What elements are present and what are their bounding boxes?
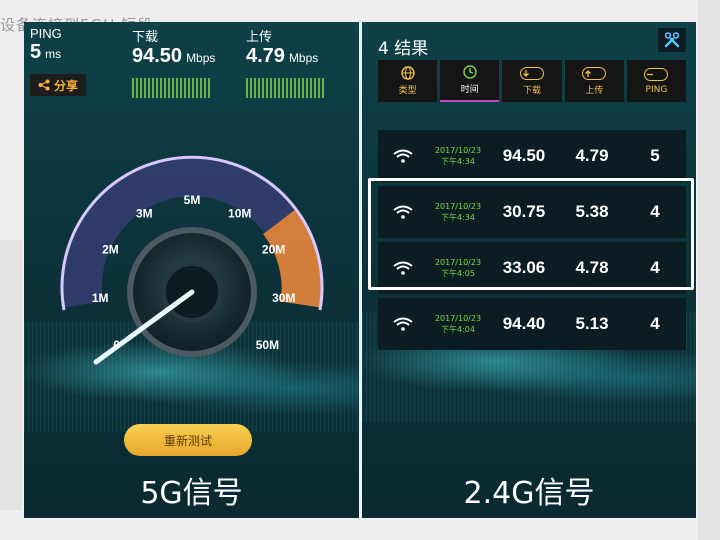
result-ping: 4 — [650, 314, 660, 333]
panel-caption-5g: 5G信号 — [140, 476, 243, 511]
tab-type-label: 类型 — [398, 86, 417, 96]
gauge-tick-label: 50M — [256, 338, 279, 352]
result-download: 94.50 — [502, 146, 546, 165]
result-download: 33.06 — [502, 258, 546, 277]
tab-time[interactable]: 时间 — [440, 60, 500, 102]
upload-unit: Mbps — [288, 51, 319, 65]
tab-download[interactable]: 下载 — [502, 60, 562, 102]
gauge-tick-label: 20M — [262, 243, 285, 257]
tab-upload-label: 上传 — [585, 86, 604, 96]
tab-type[interactable]: 类型 — [378, 60, 438, 102]
retest-button[interactable]: 重新测试 — [124, 424, 252, 456]
upload-graph — [246, 78, 326, 98]
tools-icon — [664, 32, 680, 48]
result-download: 30.75 — [502, 202, 546, 221]
gauge-tick-label: 5M — [184, 193, 201, 207]
ping-value: 5 — [30, 41, 42, 63]
ping-ms-icon — [644, 68, 669, 81]
background-card — [0, 240, 22, 510]
tab-download-label: 下载 — [523, 86, 542, 96]
gauge-tick-label: 10M — [228, 206, 251, 220]
gauge-tick-label: 0 — [113, 338, 120, 352]
result-time: 下午4:05 — [441, 269, 475, 278]
result-ping: 4 — [650, 258, 660, 277]
share-label: 分享 — [53, 78, 78, 93]
result-upload: 5.13 — [575, 314, 609, 333]
speedtest-5g-panel: PING 5 ms 分享 下载 94.50 Mbps 上传 4.79 Mbps 0 1M… — [24, 22, 359, 518]
result-time: 下午4:34 — [441, 213, 475, 222]
background-card — [698, 0, 720, 540]
result-date: 2017/10/23 — [434, 314, 482, 323]
speedtest-results-panel: 4 结果 类型 时间 下载 上传 PING 2017/10/23 下午4:34 … — [362, 22, 696, 518]
tab-upload[interactable]: 上传 — [564, 60, 624, 102]
result-date: 2017/10/23 — [434, 146, 482, 155]
ping-label: PING — [30, 26, 62, 41]
result-date: 2017/10/23 — [434, 202, 482, 211]
result-upload: 4.79 — [575, 146, 609, 165]
tools-button[interactable] — [658, 28, 686, 52]
upload-value: 4.79 — [246, 45, 285, 67]
upload-stat: 上传 4.79 Mbps — [246, 26, 318, 68]
download-mbps-icon — [520, 66, 544, 80]
result-row[interactable]: 2017/10/23 下午4:05 33.06 4.78 4 — [378, 242, 686, 294]
results-list: 2017/10/23 下午4:34 94.50 4.79 5 2017/10/23… — [378, 130, 686, 354]
share-icon — [38, 79, 50, 91]
result-upload: 4.78 — [575, 258, 609, 277]
wifi-icon — [393, 205, 413, 219]
download-unit: Mbps — [186, 51, 216, 65]
sort-tabs: 类型 时间 下载 上传 PING — [378, 60, 687, 102]
panel-caption-24g: 2.4G信号 — [463, 476, 595, 511]
result-ping: 4 — [650, 202, 660, 221]
result-ping: 5 — [650, 146, 660, 165]
tab-time-label: 时间 — [460, 85, 479, 95]
wifi-icon — [393, 261, 413, 275]
result-time: 下午4:34 — [441, 157, 475, 166]
result-row[interactable]: 2017/10/23 下午4:34 94.50 4.79 5 — [378, 130, 686, 182]
result-download: 94.40 — [502, 314, 546, 333]
globe-icon — [400, 66, 415, 80]
download-value: 94.50 — [132, 45, 183, 67]
result-date: 2017/10/23 — [434, 258, 482, 267]
download-graph — [132, 78, 212, 98]
gauge-tick-label: 3M — [136, 206, 153, 220]
speed-gauge: 0 1M 2M 3M 5M 10M 20M 30M 50M — [60, 155, 324, 365]
result-upload: 5.38 — [575, 202, 609, 221]
gauge-tick-label: 30M — [272, 291, 295, 305]
tab-ping[interactable]: PING — [626, 60, 687, 102]
clock-icon — [463, 65, 477, 79]
download-label: 下载 — [132, 29, 159, 44]
result-row[interactable]: 2017/10/23 下午4:34 30.75 5.38 4 — [378, 186, 686, 238]
result-row[interactable]: 2017/10/23 下午4:04 94.40 5.13 4 — [378, 298, 686, 350]
ping-stat: PING 5 ms — [30, 26, 62, 64]
upload-label: 上传 — [246, 29, 273, 44]
result-time: 下午4:04 — [441, 325, 475, 334]
download-stat: 下载 94.50 Mbps — [132, 26, 215, 68]
wifi-icon — [393, 149, 413, 163]
wifi-icon — [393, 317, 413, 331]
ping-unit: ms — [45, 47, 62, 61]
gauge-tick-label: 2M — [102, 243, 119, 257]
results-title: 4 结果 — [378, 39, 429, 59]
share-button[interactable]: 分享 — [30, 74, 86, 96]
gauge-tick-label: 1M — [92, 291, 109, 305]
tab-ping-label: PING — [645, 84, 668, 95]
upload-mbps-icon — [582, 66, 607, 80]
